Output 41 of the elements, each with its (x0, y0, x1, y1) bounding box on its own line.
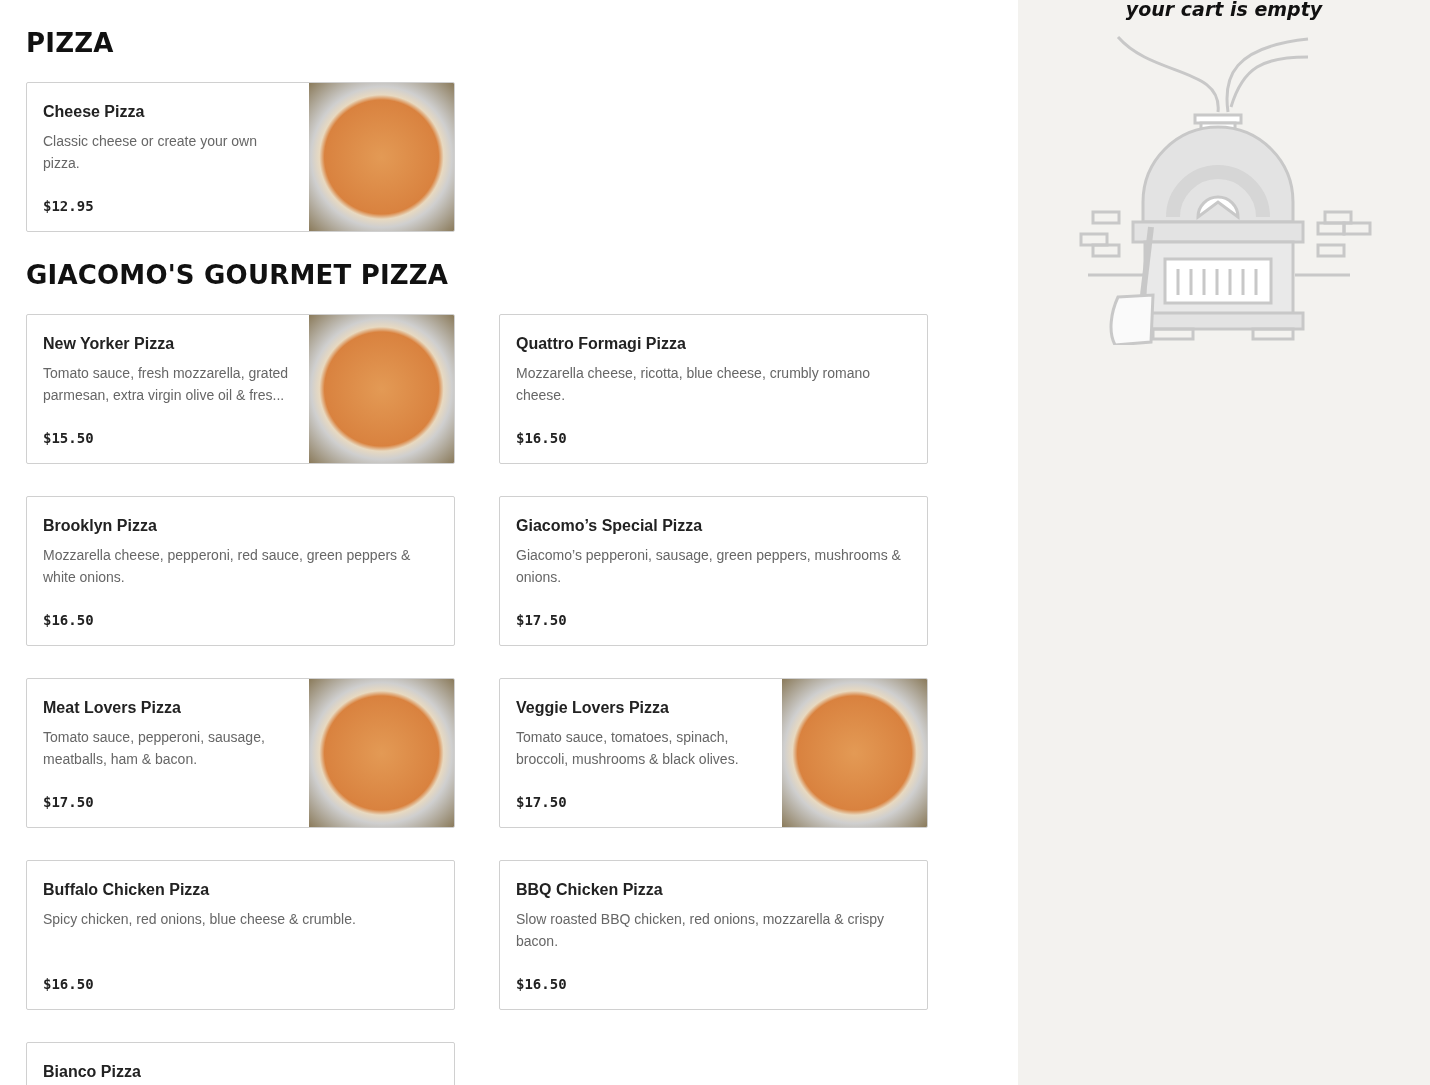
menu-item-card[interactable]: BBQ Chicken Pizza Slow roasted BBQ chicken, red onions, mozzarella & crispy bacon. $16.50 (499, 860, 928, 1010)
item-name: Brooklyn Pizza (43, 517, 157, 535)
item-price: $17.50 (516, 612, 567, 628)
item-price: $16.50 (43, 612, 94, 628)
item-description: Classic cheese or create your own pizza. (43, 132, 258, 173)
item-description: Tomato sauce, tomatoes, spinach, broccoli, mushrooms & black olives. (516, 728, 740, 769)
item-name: Giacomo’s Special Pizza (516, 517, 703, 535)
menu-item-card[interactable]: Cheese Pizza Classic cheese or create your own pizza. $12.95 (26, 82, 455, 232)
item-description: Tomato sauce, fresh mozzarella, grated parmesan, extra virgin olive oil & fres... (43, 364, 290, 405)
item-name: Quattro Formagi Pizza (516, 335, 686, 353)
item-description: Tomato sauce, pepperoni, sausage, meatballs, ham & bacon. (43, 728, 266, 769)
menu-item-card[interactable]: Bianco Pizza (26, 1042, 455, 1085)
menu-item-card[interactable]: Quattro Formagi Pizza Mozzarella cheese, ricotta, blue cheese, crumbly romano cheese. $16.50 (499, 314, 928, 464)
menu-item-card[interactable]: Meat Lovers Pizza Tomato sauce, pepperoni, sausage, meatballs, ham & bacon. $17.50 (26, 678, 455, 828)
item-price: $17.50 (43, 794, 94, 810)
item-price: $16.50 (516, 976, 567, 992)
item-price: $16.50 (43, 976, 94, 992)
menu-item-card[interactable]: Brooklyn Pizza Mozzarella cheese, pepperoni, red sauce, green peppers & white onions. $16.50 (26, 496, 455, 646)
menu-item-card[interactable]: New Yorker Pizza Tomato sauce, fresh mozzarella, grated parmesan, extra virgin olive oil & fres... $15.50 (26, 314, 455, 464)
item-description: Mozzarella cheese, ricotta, blue cheese, crumbly romano cheese. (516, 364, 872, 405)
item-name: Bianco Pizza (43, 1063, 141, 1081)
item-description: Giacomo’s pepperoni, sausage, green peppers, mushrooms & onions. (516, 546, 902, 587)
item-name: Meat Lovers Pizza (43, 699, 181, 717)
item-price: $12.95 (43, 198, 94, 214)
item-name: Buffalo Chicken Pizza (43, 881, 210, 899)
empty-cart-message: your cart is empty (1125, 0, 1323, 19)
item-description: Spicy chicken, red onions, blue cheese & crumble. (43, 910, 357, 929)
menu-item-card[interactable]: Giacomo’s Special Pizza Giacomo’s pepperoni, sausage, green peppers, mushrooms & onions. $17.50 (499, 496, 928, 646)
item-price: $16.50 (516, 430, 567, 446)
menu-item-card[interactable]: Buffalo Chicken Pizza Spicy chicken, red onions, blue cheese & crumble. $16.50 (26, 860, 455, 1010)
item-name: BBQ Chicken Pizza (516, 881, 663, 899)
item-price: $15.50 (43, 430, 94, 446)
item-price: $17.50 (516, 794, 567, 810)
item-name: Veggie Lovers Pizza (516, 699, 669, 717)
section-heading: GIACOMO'S GOURMET PIZZA (26, 259, 449, 292)
item-name: New Yorker Pizza (43, 335, 175, 353)
menu-item-card[interactable]: Veggie Lovers Pizza Tomato sauce, tomatoes, spinach, broccoli, mushrooms & black olives. $17.50 (499, 678, 928, 828)
item-name: Cheese Pizza (43, 103, 145, 121)
item-description: Slow roasted BBQ chicken, red onions, mozzarella & crispy bacon. (516, 910, 886, 951)
section-heading: PIZZA (26, 27, 114, 60)
item-description: Mozzarella cheese, pepperoni, red sauce, green peppers & white onions. (43, 546, 412, 587)
